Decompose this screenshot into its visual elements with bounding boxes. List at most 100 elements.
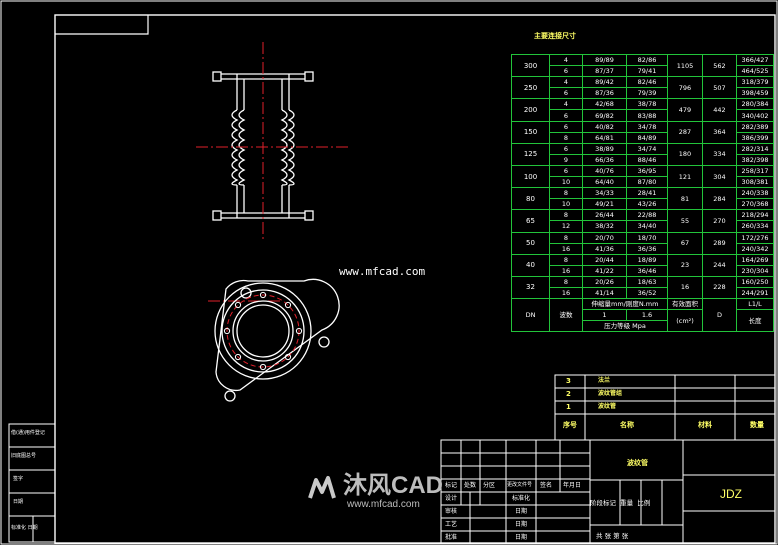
table-row: 32 8 20/26 18/63 16 228 160/250 (511, 275, 774, 300)
tb-standard: 标准化 (512, 495, 531, 502)
stiffness-1-cell: 41/14 (582, 286, 627, 300)
d-cell: 562 (702, 53, 737, 78)
d-cell: 334 (702, 142, 737, 166)
side-row-3: 签字 (13, 476, 24, 482)
table-row: 100 6 40/76 36/95 121 304 258/317 (511, 164, 774, 189)
area-cell: 16 (667, 275, 703, 300)
stiffness-1-cell: 41/22 (582, 264, 627, 277)
waves-cell: 6 (549, 164, 583, 178)
waves-cell: 4 (549, 53, 583, 67)
waves-cell: 10 (549, 176, 583, 189)
tb-label-zone: 分区 (483, 482, 496, 489)
area-cell: 81 (667, 187, 703, 211)
part-no-2: 2 (566, 390, 571, 398)
dn-cell: 150 (511, 120, 550, 144)
part-no-1: 1 (566, 403, 571, 411)
area-cell: 796 (667, 76, 703, 100)
stiffness-1-cell: 38/32 (582, 220, 627, 233)
d-cell: 442 (702, 98, 737, 122)
d-cell: 507 (702, 76, 737, 100)
stiffness-1-cell: 20/26 (582, 275, 627, 288)
part-name-1: 波纹管 (598, 403, 617, 410)
dimension-table: 300 4 89/89 82/86 1105 562 366/427 6 87/37 79/41 4… (511, 53, 774, 333)
stiffness-16-cell: 88/46 (626, 153, 668, 166)
stiffness-1-cell: 20/70 (582, 231, 627, 244)
table-row: 80 8 34/33 28/41 81 284 240/338 (511, 187, 774, 211)
length-cell: 160/250 (736, 275, 774, 288)
length-cell: 258/317 (736, 164, 774, 178)
stiffness-1-cell: 41/36 (582, 242, 627, 255)
stiffness-1-cell: 66/36 (582, 153, 627, 166)
area-cell: 55 (667, 209, 703, 233)
stiffness-16-cell: 34/74 (626, 142, 668, 155)
tb-date-1: 日期 (515, 508, 528, 515)
stiffness-16-cell: 36/52 (626, 286, 668, 300)
stiffness-16-cell: 79/41 (626, 65, 668, 78)
length-cell: 382/398 (736, 153, 774, 166)
stiffness-16-cell: 79/39 (626, 87, 668, 100)
stiffness-1-cell: 49/21 (582, 198, 627, 211)
stiffness-1-cell: 26/44 (582, 209, 627, 222)
parts-header-no: 序号 (563, 421, 577, 429)
waves-cell: 8 (549, 187, 583, 200)
length-cell: 240/342 (736, 242, 774, 255)
tb-label-change: 更改文件号 (507, 482, 533, 488)
stiffness-16-cell: 36/95 (626, 164, 668, 178)
stiffness-16-cell: 34/40 (626, 220, 668, 233)
stiffness-16-cell: 18/70 (626, 231, 668, 244)
stiffness-1-cell: 89/89 (582, 53, 627, 67)
stiffness-1-cell: 89/42 (582, 76, 627, 89)
stiffness-16-cell: 36/36 (626, 242, 668, 255)
stage-labels: 阶段标记 重量 比例 (590, 499, 651, 507)
length-cell: 464/525 (736, 65, 774, 78)
length-cell: 282/389 (736, 120, 774, 133)
stiffness-16-cell: 36/46 (626, 264, 668, 277)
stiffness-1-cell: 40/76 (582, 164, 627, 178)
bolt-circle (226, 294, 300, 368)
length-cell: 230/304 (736, 264, 774, 277)
waves-cell: 4 (549, 98, 583, 111)
d-cell: 304 (702, 164, 737, 189)
d-header: D (702, 298, 737, 333)
tb-date-3: 日期 (515, 534, 528, 541)
stiffness-16-cell: 22/88 (626, 209, 668, 222)
length-cell: 172/276 (736, 231, 774, 244)
d-cell: 284 (702, 187, 737, 211)
dn-cell: 80 (511, 187, 550, 211)
stiffness-16-cell: 28/41 (626, 187, 668, 200)
waves-cell: 8 (549, 131, 583, 144)
table-row: 300 4 89/89 82/86 1105 562 366/427 (511, 53, 774, 78)
table-footer-row: DN 波数 伸缩量mm/刚度N.mm 有效面积 D L1/L (511, 298, 774, 333)
area-cell: 67 (667, 231, 703, 255)
length-header-top: L1/L (736, 298, 774, 311)
waves-header: 波数 (549, 298, 583, 333)
stiffness-header: 伸缩量mm/刚度N.mm (582, 298, 668, 311)
stiffness-16-cell: 38/78 (626, 98, 668, 111)
stiffness-1-cell: 69/82 (582, 109, 627, 122)
part-name-3: 法兰 (598, 377, 611, 384)
length-cell: 318/379 (736, 76, 774, 89)
stiffness-16-cell: 82/86 (626, 53, 668, 67)
waves-cell: 8 (549, 253, 583, 266)
waves-cell: 8 (549, 275, 583, 288)
waves-cell: 16 (549, 286, 583, 300)
table-row: 150 6 40/82 34/78 287 364 282/389 (511, 120, 774, 144)
d-cell: 364 (702, 120, 737, 144)
tb-process: 工艺 (445, 521, 458, 528)
table-row: 125 6 38/89 34/74 180 334 282/314 (511, 142, 774, 166)
waves-cell: 6 (549, 142, 583, 155)
stiffness-16-cell: 83/88 (626, 109, 668, 122)
waves-cell: 8 (549, 209, 583, 222)
length-cell: 282/314 (736, 142, 774, 155)
watermark-brand: 沐风CAD (343, 472, 443, 499)
sheet-count: 共 张 第 张 (596, 532, 629, 540)
table-row: 200 4 42/68 38/78 479 442 280/384 (511, 98, 774, 122)
area-unit: (cm²) (667, 309, 703, 333)
area-cell: 23 (667, 253, 703, 277)
dn-cell: 125 (511, 142, 550, 166)
waves-cell: 6 (549, 87, 583, 100)
table-row: 250 4 89/42 82/46 796 507 318/379 (511, 76, 774, 100)
waves-cell: 6 (549, 120, 583, 133)
side-row-4: 日期 (13, 499, 24, 505)
length-cell: 244/291 (736, 286, 774, 300)
